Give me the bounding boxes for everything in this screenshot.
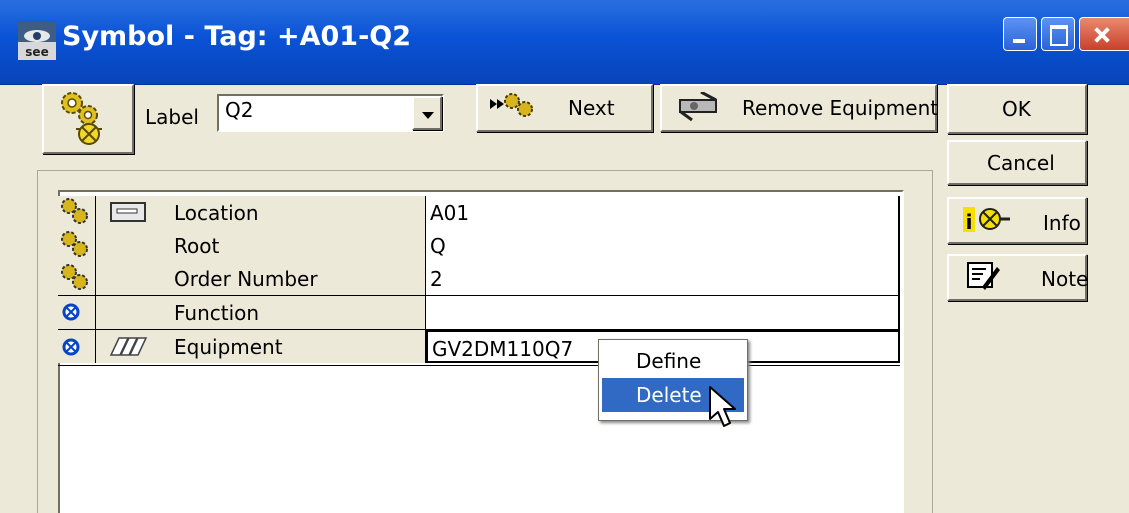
blue-circle-icon [58, 296, 96, 329]
info-label: Info [1043, 211, 1081, 235]
chevron-down-icon[interactable] [412, 96, 442, 130]
info-icon: i [963, 207, 1010, 234]
grid-row-location[interactable]: Location A01 [58, 196, 900, 230]
note-button[interactable]: Note [947, 254, 1089, 301]
row-value: 2 [430, 267, 443, 291]
row-value: Q [430, 234, 446, 258]
label-caption: Label [145, 105, 199, 129]
gear-cluster-icon [58, 229, 96, 262]
label-value: Q2 [225, 98, 254, 122]
grid-row-root[interactable]: Root Q [58, 229, 900, 263]
next-button[interactable]: Next [476, 84, 653, 132]
close-button[interactable] [1079, 17, 1129, 51]
cancel-label: Cancel [987, 151, 1055, 175]
catalog-book-icon [109, 337, 148, 356]
row-name: Location [174, 201, 259, 225]
grid-row-function[interactable]: Function [58, 296, 900, 330]
symbol-properties-button[interactable] [42, 84, 134, 154]
row-value: GV2DM110Q7 [432, 337, 574, 361]
row-name: Root [174, 234, 220, 258]
see-app-icon: see [18, 22, 56, 60]
blue-circle-icon [58, 330, 96, 363]
svg-text:i: i [966, 210, 973, 234]
row-name: Function [174, 301, 260, 325]
ok-label: OK [1002, 97, 1031, 121]
gear-cluster-icon [58, 262, 96, 295]
remove-equipment-button[interactable]: Remove Equipment [660, 84, 939, 132]
mouse-pointer-icon [709, 386, 736, 427]
grid-row-equipment[interactable]: Equipment GV2DM110Q7 [58, 330, 900, 366]
menu-item-define[interactable]: Define [602, 344, 744, 378]
window-title: Symbol - Tag: +A01-Q2 [62, 21, 412, 52]
gear-cluster-icon [58, 196, 96, 229]
row-name: Order Number [174, 267, 318, 291]
minimize-button[interactable] [1003, 17, 1037, 51]
row-value: A01 [430, 201, 470, 225]
info-button[interactable]: i Info [947, 197, 1087, 244]
note-label: Note [1041, 267, 1089, 291]
next-gear-icon [490, 93, 533, 117]
grid-row-order-number[interactable]: Order Number 2 [58, 262, 900, 296]
next-label: Next [568, 96, 615, 120]
title-bar[interactable]: see Symbol - Tag: +A01-Q2 [0, 0, 1129, 85]
note-edit-icon [967, 262, 1000, 290]
keyboard-icon [110, 202, 146, 222]
remove-equipment-label: Remove Equipment [742, 96, 939, 120]
row-name: Equipment [174, 335, 283, 359]
gear-symbol-icon [61, 92, 102, 145]
cancel-button[interactable]: Cancel [947, 140, 1087, 185]
ok-button[interactable]: OK [947, 84, 1087, 134]
svg-text:see: see [25, 45, 48, 59]
remove-equipment-icon [679, 92, 717, 122]
maximize-button[interactable] [1041, 17, 1075, 51]
symbol-tag-window: see Symbol - Tag: +A01-Q2 Label Q2 Next … [0, 0, 1129, 513]
